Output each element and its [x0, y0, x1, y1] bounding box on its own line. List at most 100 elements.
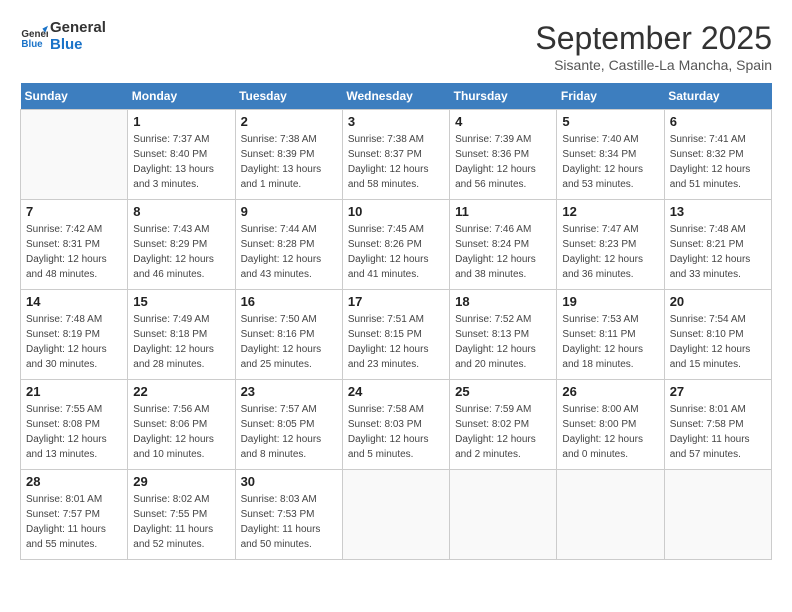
day-cell: 9 Sunrise: 7:44 AMSunset: 8:28 PMDaylight… [235, 200, 342, 290]
day-info: Sunrise: 7:49 AMSunset: 8:18 PMDaylight:… [133, 312, 229, 372]
day-cell: 13 Sunrise: 7:48 AMSunset: 8:21 PMDayligh… [664, 200, 771, 290]
header-cell-friday: Friday [557, 83, 664, 110]
location-subtitle: Sisante, Castille-La Mancha, Spain [535, 57, 772, 73]
day-info: Sunrise: 8:02 AMSunset: 7:55 PMDaylight:… [133, 492, 229, 552]
day-cell [557, 470, 664, 560]
day-number: 13 [670, 204, 766, 219]
day-info: Sunrise: 7:37 AMSunset: 8:40 PMDaylight:… [133, 132, 229, 192]
day-number: 2 [241, 114, 337, 129]
svg-text:Blue: Blue [21, 38, 43, 49]
day-info: Sunrise: 7:46 AMSunset: 8:24 PMDaylight:… [455, 222, 551, 282]
day-info: Sunrise: 7:48 AMSunset: 8:21 PMDaylight:… [670, 222, 766, 282]
day-number: 1 [133, 114, 229, 129]
calendar-header: SundayMondayTuesdayWednesdayThursdayFrid… [21, 83, 772, 110]
day-number: 17 [348, 294, 444, 309]
day-cell: 23Sunrise: 7:57 AMSunset: 8:05 PMDayligh… [235, 380, 342, 470]
day-info: Sunrise: 7:55 AMSunset: 8:08 PMDaylight:… [26, 402, 122, 462]
day-number: 22 [133, 384, 229, 399]
day-info: Sunrise: 8:01 AMSunset: 7:57 PMDaylight:… [26, 492, 122, 552]
day-cell: 14 Sunrise: 7:48 AMSunset: 8:19 PMDayligh… [21, 290, 128, 380]
day-cell: 16Sunrise: 7:50 AMSunset: 8:16 PMDayligh… [235, 290, 342, 380]
week-row-1: 1 Sunrise: 7:37 AMSunset: 8:40 PMDaylight… [21, 110, 772, 200]
day-number: 6 [670, 114, 766, 129]
header-row: SundayMondayTuesdayWednesdayThursdayFrid… [21, 83, 772, 110]
day-number: 19 [562, 294, 658, 309]
day-info: Sunrise: 7:38 AMSunset: 8:37 PMDaylight:… [348, 132, 444, 192]
day-number: 26 [562, 384, 658, 399]
header-cell-thursday: Thursday [450, 83, 557, 110]
day-cell: 25 Sunrise: 7:59 AMSunset: 8:02 PMDayligh… [450, 380, 557, 470]
day-cell: 29 Sunrise: 8:02 AMSunset: 7:55 PMDayligh… [128, 470, 235, 560]
day-info: Sunrise: 7:40 AMSunset: 8:34 PMDaylight:… [562, 132, 658, 192]
day-info: Sunrise: 7:48 AMSunset: 8:19 PMDaylight:… [26, 312, 122, 372]
day-number: 7 [26, 204, 122, 219]
day-info: Sunrise: 7:56 AMSunset: 8:06 PMDaylight:… [133, 402, 229, 462]
day-cell: 24 Sunrise: 7:58 AMSunset: 8:03 PMDayligh… [342, 380, 449, 470]
day-cell: 22 Sunrise: 7:56 AMSunset: 8:06 PMDayligh… [128, 380, 235, 470]
header-cell-tuesday: Tuesday [235, 83, 342, 110]
day-cell: 17 Sunrise: 7:51 AMSunset: 8:15 PMDayligh… [342, 290, 449, 380]
day-info: Sunrise: 7:47 AMSunset: 8:23 PMDaylight:… [562, 222, 658, 282]
calendar-body: 1 Sunrise: 7:37 AMSunset: 8:40 PMDaylight… [21, 110, 772, 560]
day-number: 29 [133, 474, 229, 489]
day-cell: 18Sunrise: 7:52 AMSunset: 8:13 PMDayligh… [450, 290, 557, 380]
logo-line1: General [50, 20, 106, 37]
day-number: 12 [562, 204, 658, 219]
header-cell-sunday: Sunday [21, 83, 128, 110]
day-number: 5 [562, 114, 658, 129]
day-cell: 20Sunrise: 7:54 AMSunset: 8:10 PMDayligh… [664, 290, 771, 380]
day-number: 27 [670, 384, 766, 399]
day-cell: 12 Sunrise: 7:47 AMSunset: 8:23 PMDayligh… [557, 200, 664, 290]
day-cell: 3 Sunrise: 7:38 AMSunset: 8:37 PMDaylight… [342, 110, 449, 200]
day-info: Sunrise: 7:38 AMSunset: 8:39 PMDaylight:… [241, 132, 337, 192]
day-number: 8 [133, 204, 229, 219]
day-cell: 1 Sunrise: 7:37 AMSunset: 8:40 PMDaylight… [128, 110, 235, 200]
week-row-2: 7Sunrise: 7:42 AMSunset: 8:31 PMDaylight… [21, 200, 772, 290]
day-number: 9 [241, 204, 337, 219]
day-cell: 10Sunrise: 7:45 AMSunset: 8:26 PMDayligh… [342, 200, 449, 290]
day-cell: 30 Sunrise: 8:03 AMSunset: 7:53 PMDayligh… [235, 470, 342, 560]
header-cell-saturday: Saturday [664, 83, 771, 110]
day-number: 18 [455, 294, 551, 309]
day-cell: 5 Sunrise: 7:40 AMSunset: 8:34 PMDaylight… [557, 110, 664, 200]
day-number: 25 [455, 384, 551, 399]
day-cell: 8 Sunrise: 7:43 AMSunset: 8:29 PMDaylight… [128, 200, 235, 290]
day-info: Sunrise: 7:44 AMSunset: 8:28 PMDaylight:… [241, 222, 337, 282]
day-cell: 2 Sunrise: 7:38 AMSunset: 8:39 PMDaylight… [235, 110, 342, 200]
day-number: 15 [133, 294, 229, 309]
day-info: Sunrise: 7:43 AMSunset: 8:29 PMDaylight:… [133, 222, 229, 282]
day-info: Sunrise: 7:41 AMSunset: 8:32 PMDaylight:… [670, 132, 766, 192]
day-info: Sunrise: 7:51 AMSunset: 8:15 PMDaylight:… [348, 312, 444, 372]
day-info: Sunrise: 7:59 AMSunset: 8:02 PMDaylight:… [455, 402, 551, 462]
header: General Blue General Blue September 2025… [20, 20, 772, 73]
day-info: Sunrise: 8:03 AMSunset: 7:53 PMDaylight:… [241, 492, 337, 552]
header-cell-wednesday: Wednesday [342, 83, 449, 110]
day-number: 3 [348, 114, 444, 129]
day-info: Sunrise: 7:57 AMSunset: 8:05 PMDaylight:… [241, 402, 337, 462]
day-number: 4 [455, 114, 551, 129]
month-title: September 2025 [535, 20, 772, 57]
day-number: 21 [26, 384, 122, 399]
day-cell: 7Sunrise: 7:42 AMSunset: 8:31 PMDaylight… [21, 200, 128, 290]
day-number: 10 [348, 204, 444, 219]
calendar-table: SundayMondayTuesdayWednesdayThursdayFrid… [20, 83, 772, 560]
day-cell: 27 Sunrise: 8:01 AMSunset: 7:58 PMDayligh… [664, 380, 771, 470]
day-number: 20 [670, 294, 766, 309]
day-info: Sunrise: 7:58 AMSunset: 8:03 PMDaylight:… [348, 402, 444, 462]
day-info: Sunrise: 7:39 AMSunset: 8:36 PMDaylight:… [455, 132, 551, 192]
day-cell [342, 470, 449, 560]
day-number: 14 [26, 294, 122, 309]
logo-line2: Blue [50, 37, 106, 54]
week-row-5: 28Sunrise: 8:01 AMSunset: 7:57 PMDayligh… [21, 470, 772, 560]
day-cell: 11Sunrise: 7:46 AMSunset: 8:24 PMDayligh… [450, 200, 557, 290]
day-cell: 26Sunrise: 8:00 AMSunset: 8:00 PMDayligh… [557, 380, 664, 470]
day-cell: 28Sunrise: 8:01 AMSunset: 7:57 PMDayligh… [21, 470, 128, 560]
day-number: 30 [241, 474, 337, 489]
day-info: Sunrise: 8:01 AMSunset: 7:58 PMDaylight:… [670, 402, 766, 462]
day-cell: 15 Sunrise: 7:49 AMSunset: 8:18 PMDayligh… [128, 290, 235, 380]
week-row-4: 21 Sunrise: 7:55 AMSunset: 8:08 PMDayligh… [21, 380, 772, 470]
day-cell [664, 470, 771, 560]
day-number: 24 [348, 384, 444, 399]
day-info: Sunrise: 7:53 AMSunset: 8:11 PMDaylight:… [562, 312, 658, 372]
day-cell: 6 Sunrise: 7:41 AMSunset: 8:32 PMDaylight… [664, 110, 771, 200]
